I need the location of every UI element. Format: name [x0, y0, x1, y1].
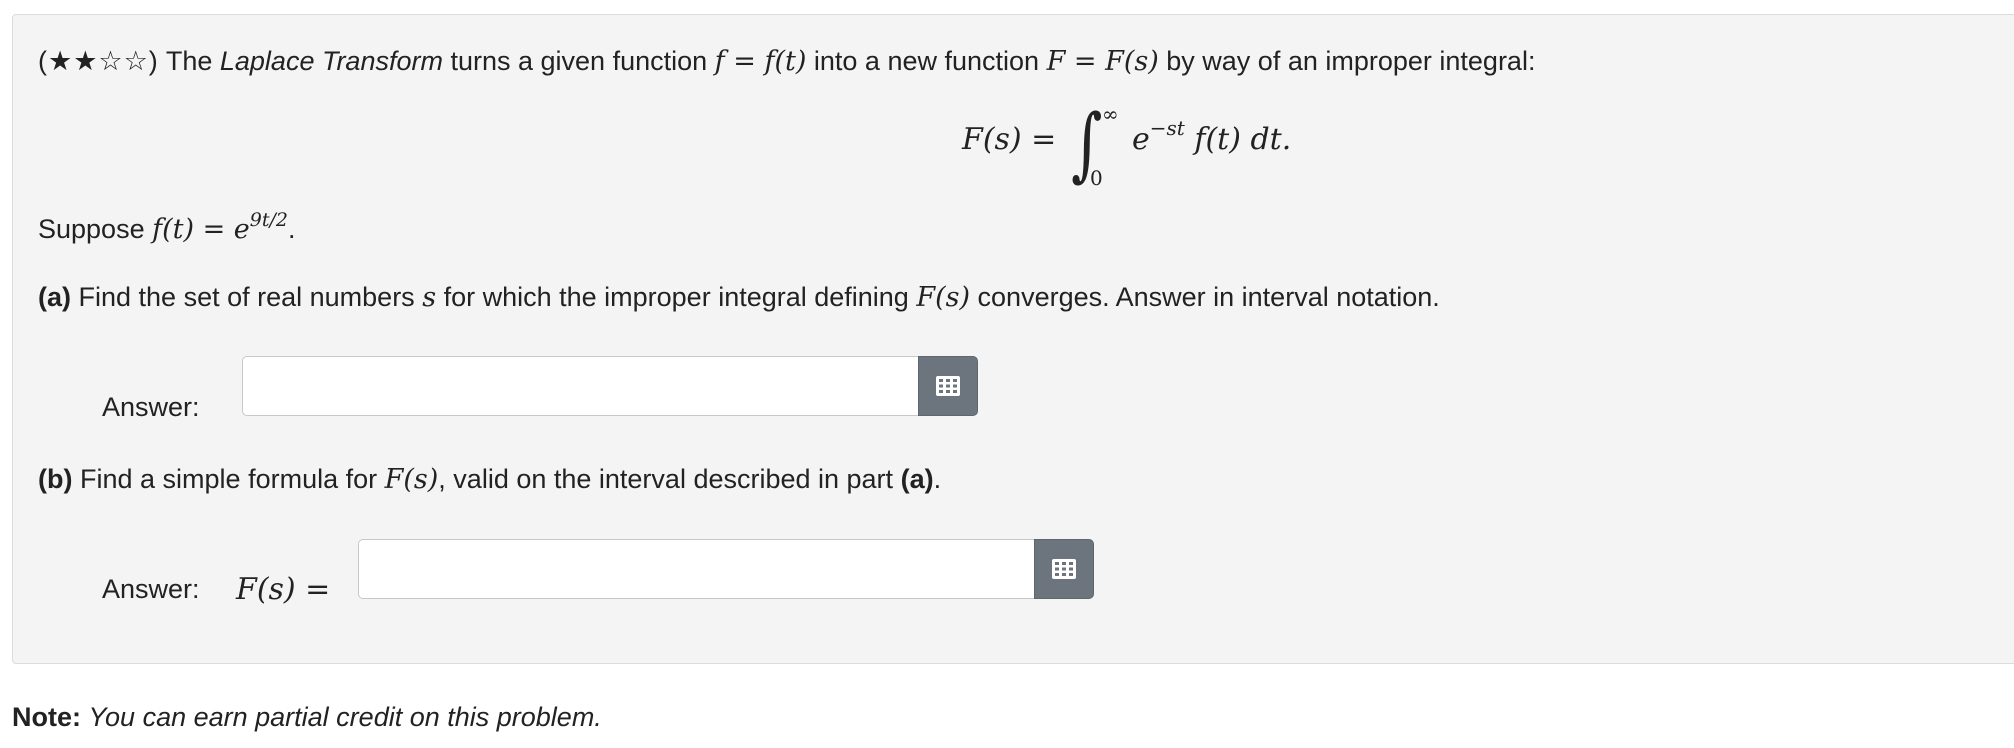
integral-upper-limit: ∞	[1102, 102, 1119, 126]
part-a-answer-label: Answer:	[102, 392, 200, 422]
keyboard-grid-icon	[1052, 559, 1076, 579]
laplace-formula: F(s) = ∫ ∞ 0 e−st f(t) dt.	[962, 97, 1402, 200]
partial-credit-note: Note: You can earn partial credit on thi…	[12, 700, 602, 734]
part-a-text-2: for which the improper integral defining	[443, 282, 909, 312]
note-label: Note:	[12, 702, 81, 732]
suppose-lhs: f(t) = e	[152, 214, 250, 245]
integrand: e−st f(t) dt.	[1132, 116, 1292, 157]
intro-text-4: by way of an improper integral:	[1166, 46, 1536, 76]
part-b-ref: (a)	[900, 464, 934, 494]
suppose-text: Suppose	[38, 214, 145, 244]
part-a-label: (a)	[38, 282, 71, 312]
intro-emphasis: Laplace Transform	[219, 46, 443, 76]
part-b-text-2: , valid on the interval described in par…	[438, 464, 894, 494]
problem-intro: (★★☆☆) The Laplace Transform turns a giv…	[38, 44, 1535, 79]
part-a-equation-editor-button[interactable]	[918, 356, 978, 416]
part-b-label: (b)	[38, 464, 73, 494]
part-b-text-1: Find a simple formula for	[80, 464, 378, 494]
integral-lower-limit: 0	[1090, 166, 1103, 190]
part-b-math-F: F(s)	[384, 464, 439, 495]
part-a-text-1: Find the set of real numbers	[78, 282, 415, 312]
formula-lhs: F(s) =	[962, 122, 1057, 157]
intro-math-2: F = F(s)	[1046, 46, 1159, 77]
part-a-math-s: s	[422, 282, 437, 313]
keyboard-grid-icon	[936, 376, 960, 396]
intro-text-2: turns a given function	[450, 46, 708, 76]
part-b-lhs: F(s) =	[236, 572, 331, 607]
difficulty-stars: (★★☆☆)	[38, 46, 159, 76]
intro-text-1: The	[165, 46, 213, 76]
part-a-text-3: converges. Answer in interval notation.	[977, 282, 1440, 312]
integrand-exponent: −st	[1149, 116, 1185, 140]
part-a-math-F: F(s)	[916, 282, 971, 313]
note-text: You can earn partial credit on this prob…	[88, 702, 602, 732]
suppose-end: .	[288, 214, 296, 244]
integrand-rest: f(t) dt.	[1194, 122, 1292, 157]
part-b-end: .	[933, 464, 942, 494]
integrand-base: e	[1132, 122, 1150, 157]
suppose-statement: Suppose f(t) = e9t/2.	[38, 209, 296, 249]
suppose-exponent: 9t/2	[249, 209, 289, 231]
intro-text-3: into a new function	[813, 46, 1040, 76]
part-b-answer-label: Answer:	[102, 574, 200, 604]
part-b-answer-input[interactable]	[358, 539, 1035, 599]
intro-math-1: f = f(t)	[714, 46, 807, 77]
part-b-equation-editor-button[interactable]	[1034, 539, 1094, 599]
part-b-question: (b) Find a simple formula for F(s), vali…	[38, 462, 941, 497]
part-a-question: (a) Find the set of real numbers s for w…	[38, 280, 1440, 315]
part-a-answer-input[interactable]	[242, 356, 919, 416]
